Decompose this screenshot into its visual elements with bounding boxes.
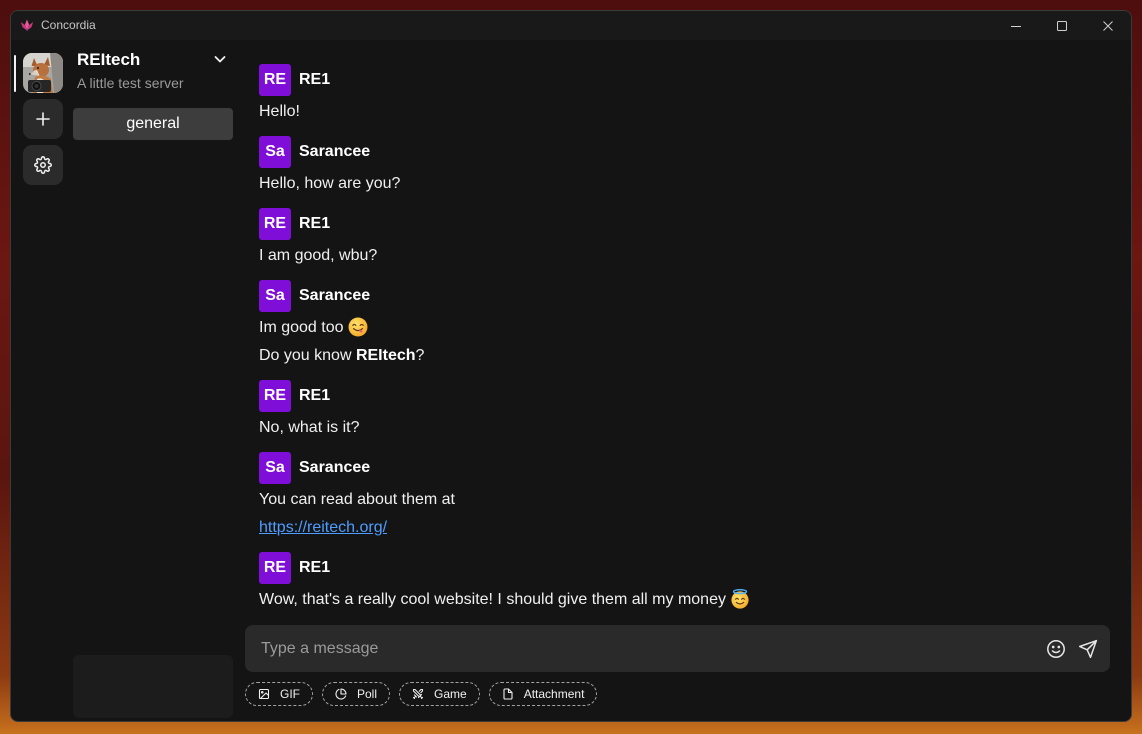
- settings-button[interactable]: [23, 145, 63, 185]
- active-server-indicator: [14, 55, 16, 92]
- author-name[interactable]: Sarancee: [299, 459, 370, 477]
- smiley-icon[interactable]: [1046, 639, 1066, 659]
- author-name[interactable]: Sarancee: [299, 287, 370, 305]
- game-button[interactable]: Game: [399, 682, 480, 706]
- message-line: Hello!: [259, 98, 1109, 126]
- message: RE RE1 I am good, wbu?: [259, 208, 1109, 270]
- server-description: A little test server: [77, 75, 184, 91]
- game-label: Game: [434, 687, 467, 701]
- user-avatar[interactable]: RE: [259, 64, 291, 96]
- message: RE RE1 Hello!: [259, 64, 1109, 126]
- message-line: Hello, how are you?: [259, 170, 1109, 198]
- message-header: Sa Sarancee: [259, 452, 1109, 484]
- user-avatar[interactable]: Sa: [259, 280, 291, 312]
- maximize-icon: [1057, 20, 1067, 31]
- close-icon: [1103, 20, 1113, 31]
- message-text: Wow, that's a really cool website! I sho…: [259, 591, 726, 608]
- message-line: I am good, wbu?: [259, 242, 1109, 270]
- title-bar[interactable]: Concordia: [11, 11, 1131, 40]
- message-text: Im good too: [259, 319, 344, 336]
- message: RE RE1 Wow, that's a really cool website…: [259, 552, 1109, 614]
- message: Sa Sarancee Im good too Do you know REIt…: [259, 280, 1109, 370]
- maximize-button[interactable]: [1039, 11, 1085, 40]
- message: Sa Sarancee You can read about them at h…: [259, 452, 1109, 542]
- app-window: Concordia REItech A little test server g…: [10, 10, 1132, 722]
- window-controls: [993, 11, 1131, 40]
- composer-actions: GIF Poll Game Attachment: [245, 682, 598, 706]
- author-name[interactable]: RE1: [299, 71, 330, 89]
- add-server-button[interactable]: [23, 99, 63, 139]
- message: Sa Sarancee Hello, how are you?: [259, 136, 1109, 198]
- user-panel: [73, 655, 233, 718]
- chevron-down-icon[interactable]: [214, 55, 226, 64]
- author-name[interactable]: RE1: [299, 215, 330, 233]
- message-text: You can read about them at: [259, 491, 455, 508]
- gear-icon: [34, 156, 52, 174]
- message-line: No, what is it?: [259, 414, 1109, 442]
- message-text: Do you know: [259, 347, 356, 364]
- gif-label: GIF: [280, 687, 300, 701]
- concordia-logo-icon: [20, 18, 34, 32]
- channel-general[interactable]: general: [73, 108, 233, 140]
- message-header: RE RE1: [259, 64, 1109, 96]
- message-text: No, what is it?: [259, 419, 360, 436]
- user-avatar[interactable]: RE: [259, 552, 291, 584]
- window-title: Concordia: [41, 18, 96, 32]
- message-text: I am good, wbu?: [259, 247, 378, 264]
- crossed-swords-icon: [412, 688, 424, 700]
- user-avatar[interactable]: Sa: [259, 136, 291, 168]
- minimize-button[interactable]: [993, 11, 1039, 40]
- message-header: RE RE1: [259, 552, 1109, 584]
- message-input[interactable]: [261, 625, 1034, 672]
- pie-chart-icon: [335, 688, 347, 700]
- author-name[interactable]: RE1: [299, 387, 330, 405]
- user-avatar[interactable]: RE: [259, 208, 291, 240]
- poll-label: Poll: [357, 687, 378, 701]
- message-line: Do you know REItech?: [259, 342, 1109, 370]
- message-text: Hello!: [259, 103, 300, 120]
- poll-button[interactable]: Poll: [322, 682, 391, 706]
- author-name[interactable]: Sarancee: [299, 143, 370, 161]
- message-line: Im good too: [259, 314, 1109, 342]
- file-icon: [502, 688, 514, 700]
- attachment-label: Attachment: [523, 687, 585, 701]
- gif-button[interactable]: GIF: [245, 682, 313, 706]
- author-name[interactable]: RE1: [299, 559, 330, 577]
- close-button[interactable]: [1085, 11, 1131, 40]
- message-header: RE RE1: [259, 208, 1109, 240]
- message-header: Sa Sarancee: [259, 136, 1109, 168]
- server-name[interactable]: REItech: [77, 50, 140, 70]
- message-text: Hello, how are you?: [259, 175, 401, 192]
- minimize-icon: [1011, 21, 1021, 31]
- message-line: Wow, that's a really cool website! I sho…: [259, 586, 1109, 614]
- bold-text: REItech: [355, 347, 416, 364]
- fox-avatar-image: [23, 53, 63, 93]
- message-text: ?: [415, 347, 425, 364]
- message-line: You can read about them at: [259, 486, 1109, 514]
- face-savoring-food-emoji: [348, 317, 368, 337]
- message-line: https://reitech.org/: [259, 514, 1109, 542]
- message-link[interactable]: https://reitech.org/: [259, 519, 387, 536]
- attachment-button[interactable]: Attachment: [488, 682, 598, 706]
- plus-icon: [35, 111, 51, 127]
- image-icon: [258, 688, 270, 700]
- send-icon[interactable]: [1078, 639, 1098, 659]
- message-header: Sa Sarancee: [259, 280, 1109, 312]
- message-list: RE RE1 Hello! Sa Sarancee Hello, how are…: [259, 64, 1109, 624]
- user-avatar[interactable]: Sa: [259, 452, 291, 484]
- server-icon-reitech[interactable]: [23, 53, 63, 93]
- message: RE RE1 No, what is it?: [259, 380, 1109, 442]
- message-composer: [245, 625, 1110, 672]
- smiling-face-with-halo-emoji: [730, 589, 750, 609]
- message-header: RE RE1: [259, 380, 1109, 412]
- user-avatar[interactable]: RE: [259, 380, 291, 412]
